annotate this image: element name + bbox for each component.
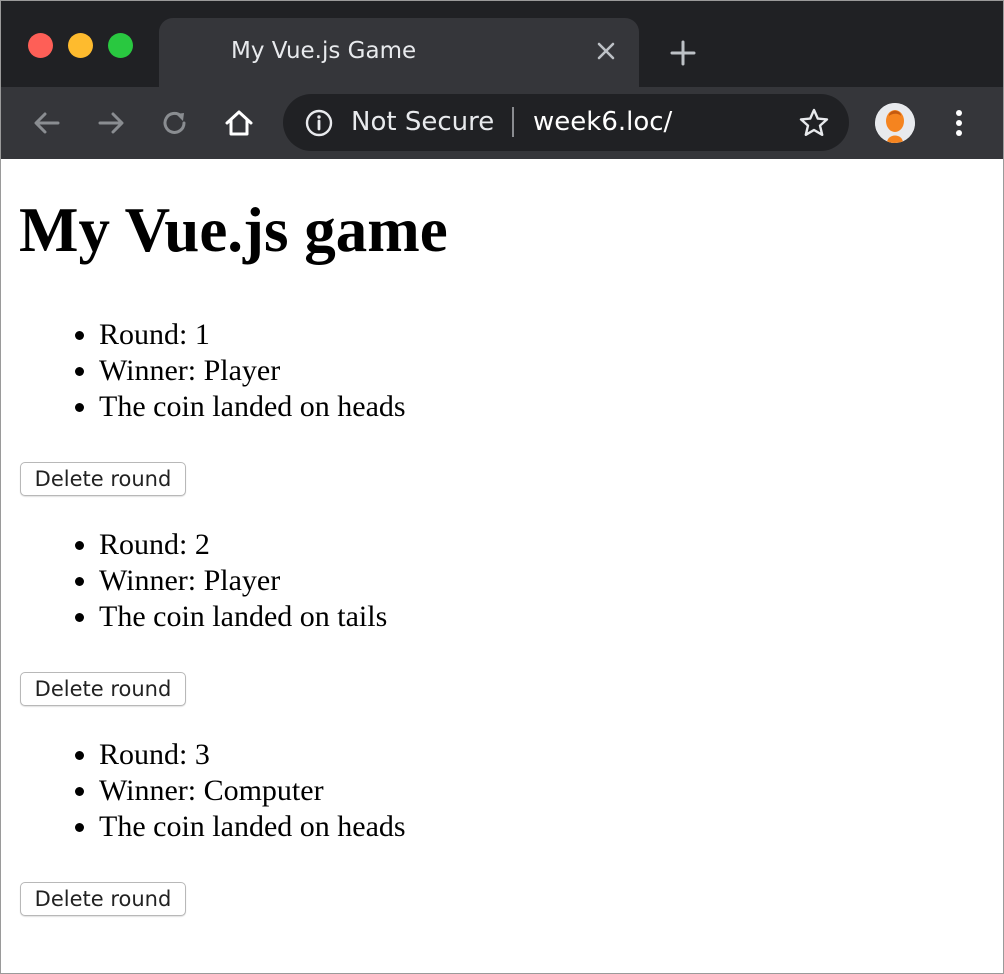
tab-strip: My Vue.js Game <box>1 1 1003 87</box>
round-details-list: Round: 1 Winner: Player The coin landed … <box>1 317 1003 425</box>
reload-icon[interactable] <box>159 107 191 139</box>
delete-round-button[interactable]: Delete round <box>20 882 186 916</box>
minimize-window-button[interactable] <box>68 33 93 58</box>
round-block: Round: 3 Winner: Computer The coin lande… <box>1 737 1003 845</box>
round-details-list: Round: 3 Winner: Computer The coin lande… <box>1 737 1003 845</box>
round-number: Round: 3 <box>99 737 1003 773</box>
close-window-button[interactable] <box>28 33 53 58</box>
round-number: Round: 1 <box>99 317 1003 353</box>
coin-result: The coin landed on heads <box>99 389 1003 425</box>
tab-title: My Vue.js Game <box>231 38 417 64</box>
profile-avatar-icon[interactable] <box>875 103 915 143</box>
round-block: Round: 2 Winner: Player The coin landed … <box>1 527 1003 635</box>
round-winner: Winner: Computer <box>99 773 1003 809</box>
page-content: My Vue.js game Round: 1 Winner: Player T… <box>1 159 1003 973</box>
arrow-left-icon[interactable] <box>31 107 63 139</box>
omnibox-divider <box>512 107 514 137</box>
coin-result: The coin landed on tails <box>99 599 1003 635</box>
delete-round-button[interactable]: Delete round <box>20 462 186 496</box>
plus-icon[interactable] <box>669 39 697 67</box>
url-text[interactable]: week6.loc/ <box>533 107 672 137</box>
round-details-list: Round: 2 Winner: Player The coin landed … <box>1 527 1003 635</box>
close-icon[interactable] <box>595 40 617 62</box>
maximize-window-button[interactable] <box>108 33 133 58</box>
kebab-menu-icon[interactable] <box>945 107 973 139</box>
home-icon[interactable] <box>223 107 255 139</box>
delete-round-button[interactable]: Delete round <box>20 672 186 706</box>
tab-active[interactable]: My Vue.js Game <box>159 18 639 87</box>
round-number: Round: 2 <box>99 527 1003 563</box>
security-label[interactable]: Not Secure <box>351 107 494 137</box>
round-winner: Winner: Player <box>99 563 1003 599</box>
info-icon[interactable] <box>305 109 333 137</box>
browser-window: My Vue.js Game Not Secure week6.loc/ My … <box>0 0 1004 974</box>
round-block: Round: 1 Winner: Player The coin landed … <box>1 317 1003 425</box>
page-title: My Vue.js game <box>19 195 448 265</box>
coin-result: The coin landed on heads <box>99 809 1003 845</box>
round-winner: Winner: Player <box>99 353 1003 389</box>
star-icon[interactable] <box>798 107 830 139</box>
address-bar[interactable]: Not Secure week6.loc/ <box>283 94 849 151</box>
browser-toolbar: Not Secure week6.loc/ <box>1 87 1003 159</box>
arrow-right-icon[interactable] <box>95 107 127 139</box>
